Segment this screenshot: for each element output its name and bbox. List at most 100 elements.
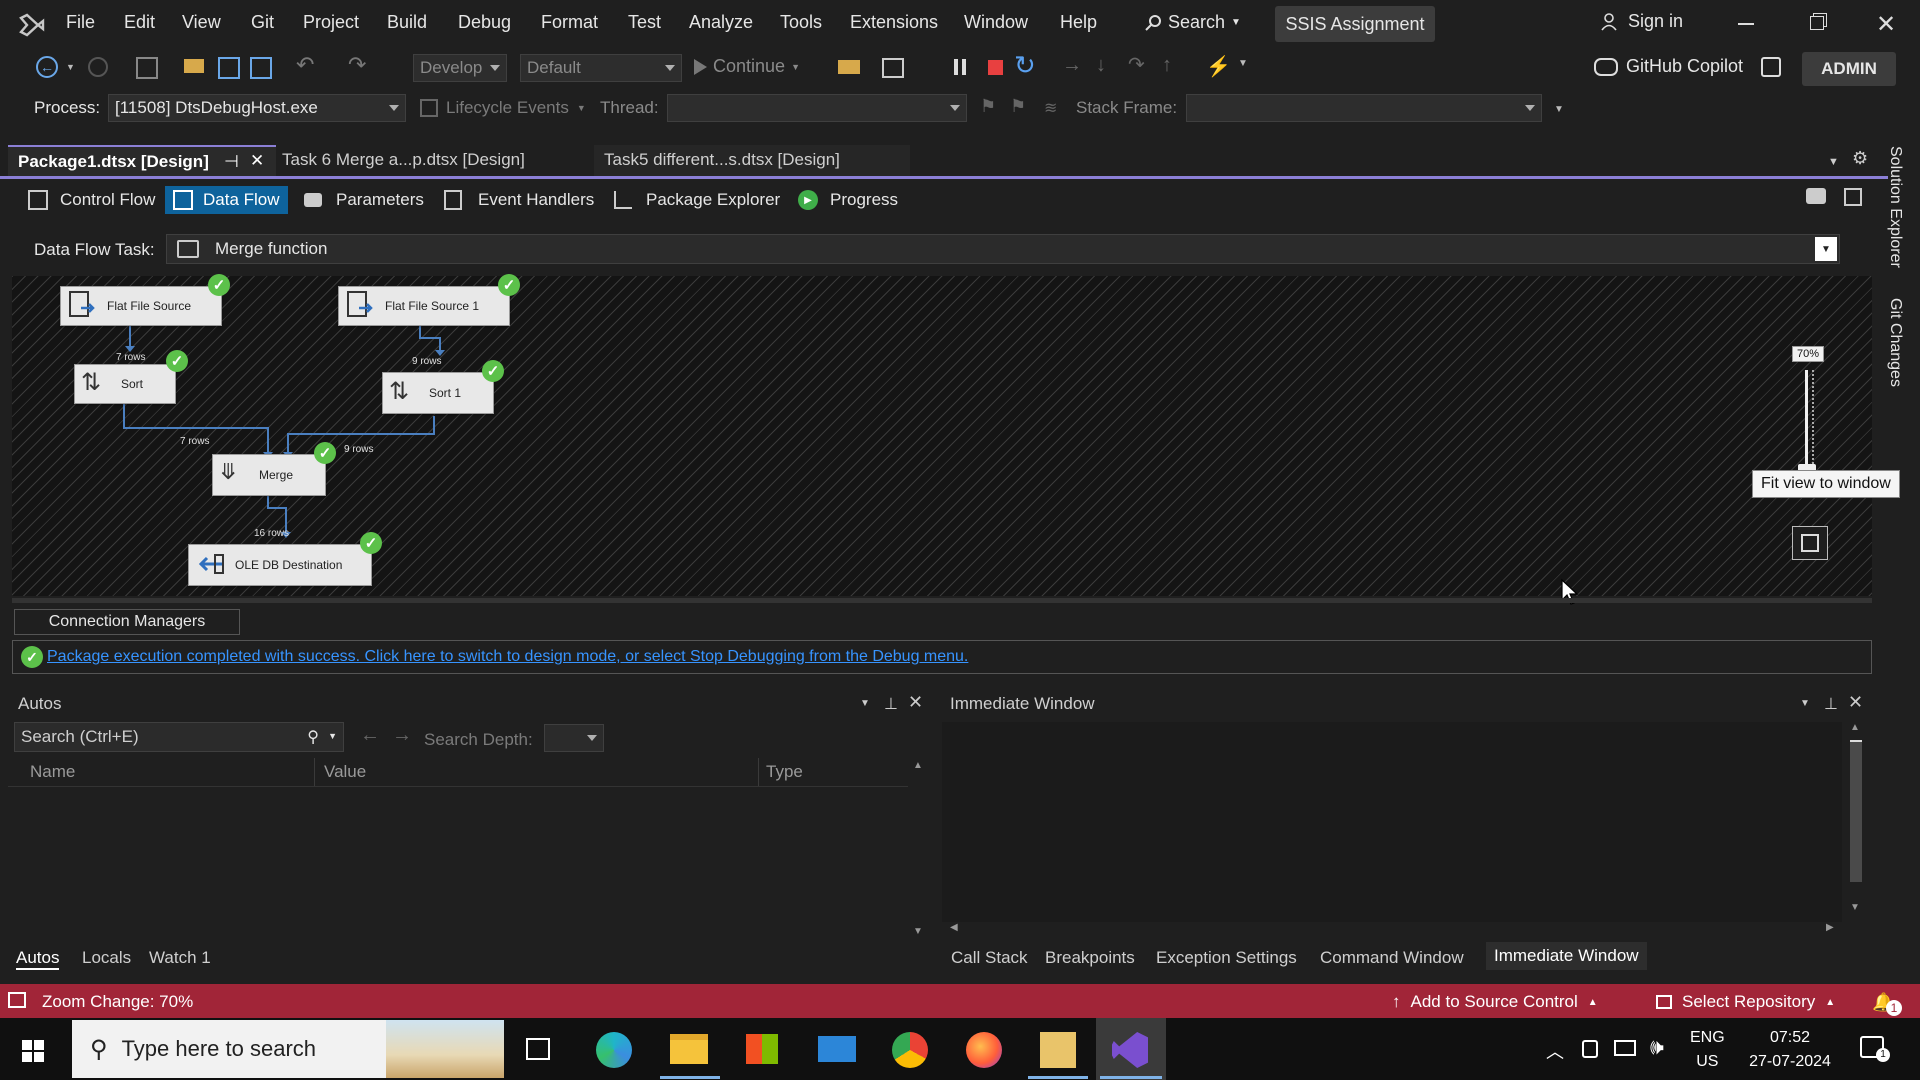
step-out-icon[interactable]: ↑ [1162,54,1172,77]
diagnostics-icon[interactable]: ⚡ [1206,54,1231,79]
tab-watch-1[interactable]: Watch 1 [149,948,211,968]
menu-file[interactable]: File [66,12,95,33]
github-copilot-button[interactable]: GitHub Copilot [1594,56,1782,77]
add-to-source-control-button[interactable]: ↑ Add to Source Control ▲ [1392,992,1598,1012]
tab-data-flow[interactable]: Data Flow [165,186,288,214]
immediate-horizontal-scrollbar[interactable]: ◀ ▶ [942,922,1842,938]
sign-in-button[interactable]: Sign in [1600,11,1683,32]
forward-arrow-icon[interactable]: → [392,724,412,747]
restore-button[interactable] [1810,16,1824,30]
lifecycle-events-dropdown[interactable]: Lifecycle Events ▼ [420,98,586,118]
flat-file-source-node[interactable]: Flat File Source [60,286,222,326]
minimize-button[interactable] [1738,23,1754,25]
action-center-icon[interactable]: 1 [1860,1036,1890,1062]
pin-icon[interactable]: ⊥ [884,694,898,714]
immediate-window-text-area[interactable] [942,722,1842,922]
save-all-icon[interactable] [250,57,272,79]
tab-package-explorer[interactable]: Package Explorer [606,186,788,214]
back-arrow-icon[interactable]: ← [360,724,380,747]
flag-all-threads-icon[interactable]: ⚑ [1010,96,1026,117]
data-flow-design-surface[interactable]: Flat File Source ✓ Flat File Source 1 ✓ … [12,274,1900,596]
tab-task5-design[interactable]: Task5 different...s.dtsx [Design] [594,145,910,177]
microsoft-store-icon[interactable] [746,1034,778,1064]
layout-icon[interactable] [882,58,904,78]
visual-studio-taskbar-icon[interactable] [1096,1018,1166,1080]
menu-git[interactable]: Git [251,12,274,33]
admin-badge[interactable]: ADMIN [1802,52,1896,86]
taskbar-search-box[interactable]: ⚲ Type here to search [72,1020,504,1078]
edge-browser-icon[interactable] [596,1032,632,1068]
tab-overflow-icon[interactable]: ▼ [1828,156,1839,168]
tab-autos[interactable]: Autos [16,948,60,970]
tab-task6-merge-design[interactable]: Task 6 Merge a...p.dtsx [Design] [272,145,592,177]
network-icon[interactable] [1614,1040,1636,1056]
select-repository-button[interactable]: Select Repository ▲ [1656,992,1835,1012]
scroll-left-icon[interactable]: ◀ [950,922,958,933]
menu-view[interactable]: View [182,12,221,33]
sort-1-node[interactable]: ⇅ Sort 1 [382,372,494,414]
tab-progress[interactable]: ▶ Progress [790,186,906,214]
autos-search-input[interactable]: Search (Ctrl+E) ⚲ ▼ [14,722,344,752]
meet-now-icon[interactable] [1582,1040,1598,1058]
notifications-button[interactable]: 🔔 1 [1872,990,1902,1016]
side-tab-solution-explorer[interactable]: Solution Explorer [1880,146,1910,286]
language-indicator[interactable]: ENG US [1690,1026,1725,1074]
scroll-up-icon[interactable]: ▲ [913,760,923,771]
toolbar-overflow-icon[interactable]: ▼ [1554,104,1564,115]
restart-icon[interactable]: ↻ [1014,50,1036,81]
tab-exception-settings[interactable]: Exception Settings [1156,948,1297,968]
menu-help[interactable]: Help [1060,12,1097,33]
redo-icon[interactable]: ↷ [348,52,366,78]
close-icon[interactable]: ✕ [250,151,264,171]
scroll-thumb[interactable] [1850,740,1862,882]
chrome-icon[interactable] [892,1032,928,1068]
volume-icon[interactable]: 🕪 [1650,1034,1664,1060]
chevron-up-icon[interactable]: ︿ [1546,1038,1564,1064]
column-header-value[interactable]: Value [324,762,366,782]
close-icon[interactable]: ✕ [1848,692,1863,713]
menu-format[interactable]: Format [541,12,598,33]
menu-build[interactable]: Build [387,12,427,33]
search-depth-dropdown[interactable] [544,724,604,752]
column-header-name[interactable]: Name [30,762,75,782]
tab-command-window[interactable]: Command Window [1320,948,1464,968]
menu-test[interactable]: Test [628,12,661,33]
scroll-down-icon[interactable]: ▼ [913,926,923,937]
merge-node[interactable]: ⤋ Merge [212,454,326,496]
flag-thread-icon[interactable]: ⚑ [980,96,996,117]
column-header-type[interactable]: Type [766,762,803,782]
tab-package1-design[interactable]: Package1.dtsx [Design] ⊣ ✕ [8,145,276,177]
continue-button[interactable]: Continue ▼ [694,56,800,77]
forward-nav-icon[interactable] [88,57,108,77]
menu-analyze[interactable]: Analyze [689,12,753,33]
solution-configuration-dropdown[interactable]: Develop [413,54,507,82]
menu-edit[interactable]: Edit [124,12,155,33]
execution-message-link[interactable]: Package execution completed with success… [47,648,968,666]
tab-event-handlers[interactable]: Event Handlers [436,186,602,214]
autos-scrollbar[interactable]: ▲ ▼ [910,758,926,942]
scroll-right-icon[interactable]: ▶ [1826,922,1834,933]
task-view-icon[interactable] [526,1038,550,1060]
fit-view-button[interactable] [1792,526,1828,560]
open-folder-icon[interactable] [184,59,204,73]
process-dropdown[interactable]: [11508] DtsDebugHost.exe [108,94,406,122]
sort-node[interactable]: ⇅ Sort [74,364,176,404]
windows-start-icon[interactable] [22,1040,44,1062]
tab-immediate-window[interactable]: Immediate Window [1486,942,1647,970]
immediate-vertical-scrollbar[interactable]: ▲ ▼ [1846,722,1864,922]
undo-icon[interactable]: ↶ [296,52,314,78]
clock[interactable]: 07:52 27-07-2024 [1742,1026,1838,1074]
step-into-icon[interactable]: ↓ [1096,54,1106,77]
pin-icon[interactable]: ⊣ [224,152,239,172]
stack-frame-dropdown[interactable] [1186,94,1542,122]
stack-frame-icon[interactable]: ≋ [1044,98,1057,118]
menu-extensions[interactable]: Extensions [850,12,938,33]
flat-file-source-1-node[interactable]: Flat File Source 1 [338,286,510,326]
chevron-down-icon[interactable]: ▼ [860,698,870,709]
sql-server-data-tools-icon[interactable] [1040,1032,1076,1068]
new-project-icon[interactable] [136,57,158,79]
tab-breakpoints[interactable]: Breakpoints [1045,948,1135,968]
back-nav-icon[interactable]: ← [36,56,58,78]
ole-db-destination-node[interactable]: OLE DB Destination [188,544,372,586]
solution-platform-dropdown[interactable]: Default [520,54,682,82]
